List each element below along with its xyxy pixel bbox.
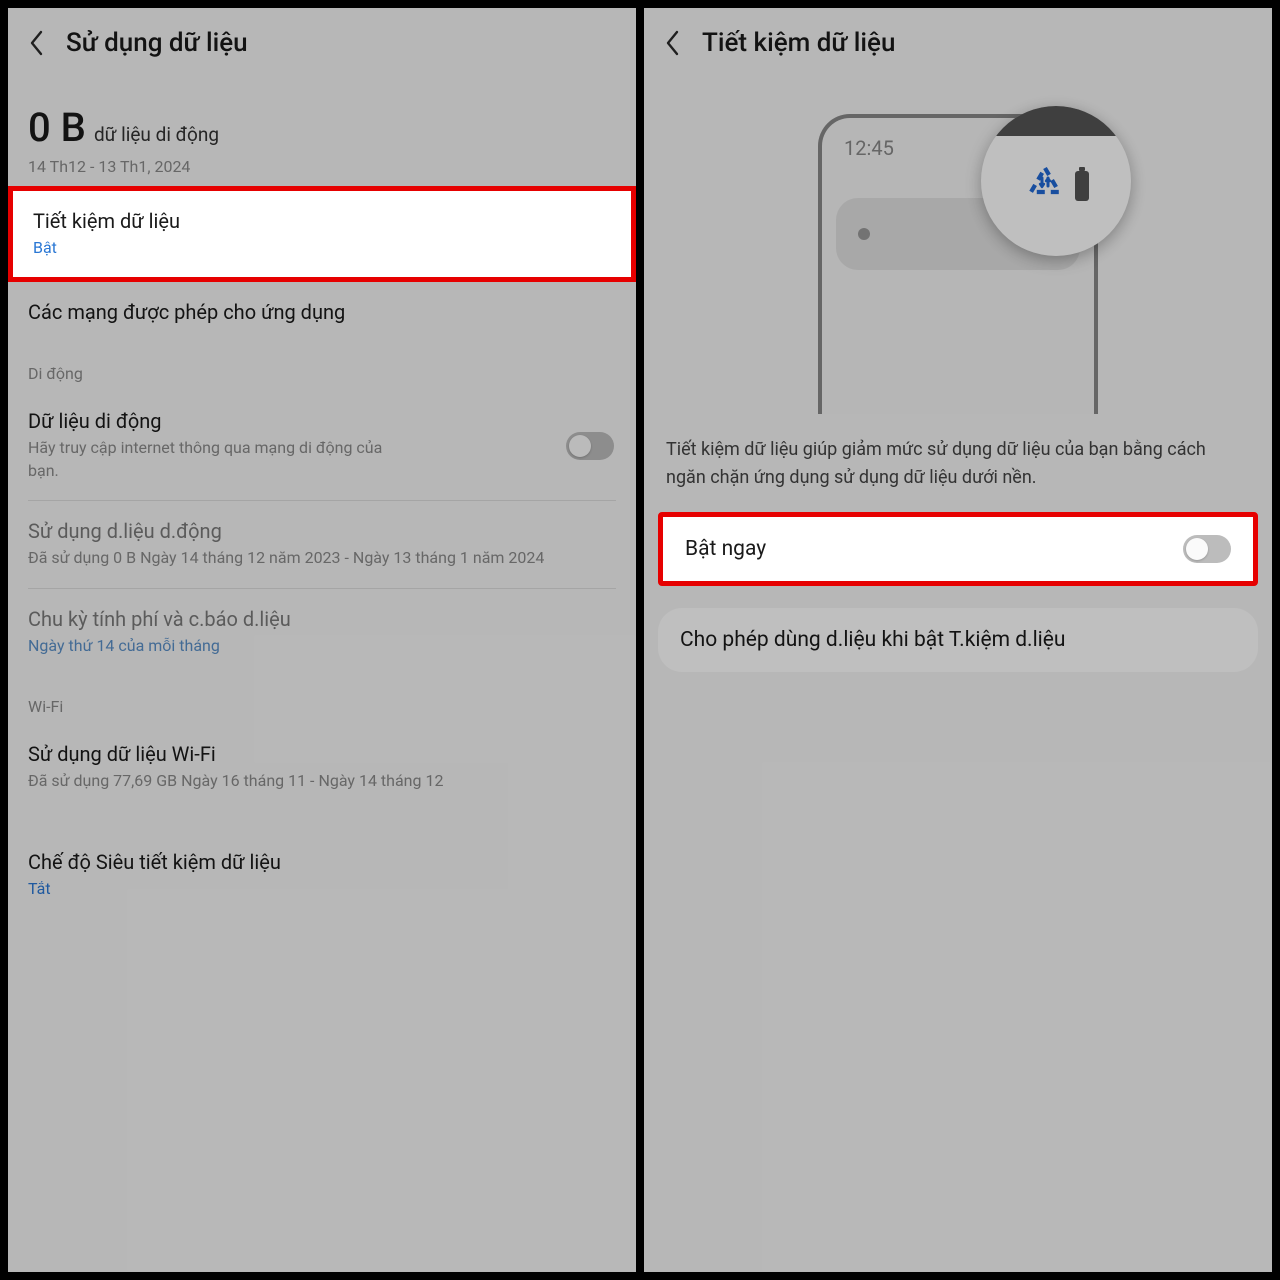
turn-on-now-label: Bật ngay (685, 537, 1231, 561)
mobile-data-sub: Hãy truy cập internet thông qua mạng di … (28, 437, 408, 482)
zoom-statusbar (981, 106, 1131, 136)
allowed-networks-row[interactable]: Các mạng được phép cho ứng dụng (8, 282, 636, 342)
mobile-data-toggle[interactable] (566, 432, 614, 460)
data-saver-title: Tiết kiệm dữ liệu (33, 209, 611, 233)
turn-on-now-row[interactable]: Bật ngay (663, 517, 1253, 581)
allow-data-card: Cho phép dùng d.liệu khi bật T.kiệm d.li… (658, 608, 1258, 672)
mobile-data-row[interactable]: Dữ liệu di động Hãy truy cập internet th… (8, 391, 636, 500)
battery-icon (1075, 171, 1089, 201)
page-title: Sử dụng dữ liệu (66, 28, 248, 58)
billing-cycle-sub: Ngày thứ 14 của mỗi tháng (28, 635, 616, 657)
header-right: Tiết kiệm dữ liệu (644, 8, 1272, 76)
allowed-networks-title: Các mạng được phép cho ứng dụng (28, 300, 616, 324)
turn-on-now-card: Bật ngay (658, 512, 1258, 586)
data-saver-status: Bật (33, 237, 611, 259)
data-saver-row[interactable]: Tiết kiệm dữ liệu Bật (8, 186, 636, 282)
billing-cycle-title: Chu kỳ tính phí và c.báo d.liệu (28, 607, 616, 631)
data-type-label: dữ liệu di động (94, 123, 219, 146)
section-wifi-label: Wi-Fi (8, 675, 636, 724)
section-mobile-label: Di động (8, 342, 636, 391)
header-left: Sử dụng dữ liệu (8, 8, 636, 76)
right-panel: Tiết kiệm dữ liệu 12:45 Tiết kiệm dữ liệ… (644, 8, 1272, 1272)
mobile-usage-sub: Đã sử dụng 0 B Ngày 14 tháng 12 năm 2023… (28, 547, 616, 569)
turn-on-now-toggle[interactable] (1183, 535, 1231, 563)
billing-cycle-row[interactable]: Chu kỳ tính phí và c.báo d.liệu Ngày thứ… (8, 589, 636, 675)
allow-data-row[interactable]: Cho phép dùng d.liệu khi bật T.kiệm d.li… (658, 608, 1258, 672)
wifi-usage-row[interactable]: Sử dụng dữ liệu Wi-Fi Đã sử dụng 77,69 G… (8, 724, 636, 810)
allow-data-label: Cho phép dùng d.liệu khi bật T.kiệm d.li… (680, 628, 1236, 652)
ultra-saver-row[interactable]: Chế độ Siêu tiết kiệm dữ liệu Tắt (8, 832, 636, 918)
page-title: Tiết kiệm dữ liệu (702, 28, 895, 58)
date-range: 14 Th12 - 13 Th1, 2024 (28, 157, 616, 176)
data-summary: 0 B dữ liệu di động 14 Th12 - 13 Th1, 20… (8, 76, 636, 186)
mobile-usage-row[interactable]: Sử dụng d.liệu d.động Đã sử dụng 0 B Ngà… (8, 501, 636, 587)
data-saver-icon (1023, 162, 1067, 210)
illustration: 12:45 (793, 114, 1123, 414)
left-panel: Sử dụng dữ liệu 0 B dữ liệu di động 14 T… (8, 8, 636, 1272)
wifi-usage-sub: Đã sử dụng 77,69 GB Ngày 16 tháng 11 - N… (28, 770, 616, 792)
mobile-data-title: Dữ liệu di động (28, 409, 616, 433)
mobile-usage-title: Sử dụng d.liệu d.động (28, 519, 616, 543)
phone-card-dot (858, 228, 870, 240)
ultra-saver-title: Chế độ Siêu tiết kiệm dữ liệu (28, 850, 616, 874)
data-amount: 0 B (28, 104, 86, 151)
back-icon[interactable] (662, 32, 684, 54)
back-icon[interactable] (26, 32, 48, 54)
phone-time: 12:45 (844, 136, 894, 160)
wifi-usage-title: Sử dụng dữ liệu Wi-Fi (28, 742, 616, 766)
zoom-circle (981, 106, 1131, 256)
ultra-saver-status: Tắt (28, 878, 616, 900)
description-text: Tiết kiệm dữ liệu giúp giảm mức sử dụng … (644, 420, 1272, 512)
